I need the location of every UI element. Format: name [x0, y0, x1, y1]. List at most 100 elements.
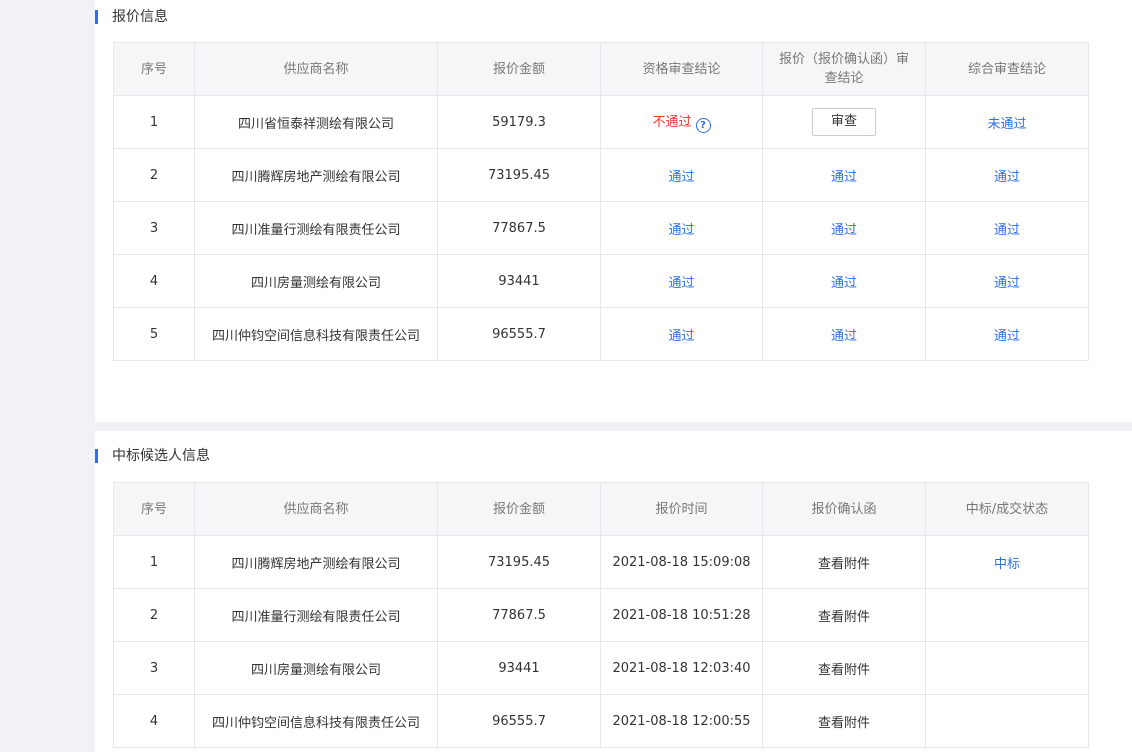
row-no: 4	[113, 694, 195, 748]
header-no: 序号	[113, 482, 195, 536]
row-supplier: 四川准量行测绘有限责任公司	[194, 201, 438, 255]
overall-result-link[interactable]: 通过	[994, 276, 1020, 291]
row-overall: 未通过	[925, 95, 1089, 149]
row-quote-time: 2021-08-18 15:09:08	[600, 535, 763, 589]
row-overall: 通过	[925, 254, 1089, 308]
quote-review-link[interactable]: 通过	[831, 223, 857, 238]
table-header-row: 序号 供应商名称 报价金额 资格审查结论 报价（报价确认函）审查结论 综合审查结…	[113, 42, 1089, 96]
qualification-link[interactable]: 通过	[668, 223, 694, 238]
overall-result-link[interactable]: 通过	[994, 170, 1020, 185]
header-supplier: 供应商名称	[194, 42, 438, 96]
row-overall: 通过	[925, 201, 1089, 255]
row-supplier: 四川房量测绘有限公司	[194, 254, 438, 308]
row-qualification-cell: 不通过?	[600, 95, 763, 149]
header-confirmation-letter: 报价确认函	[762, 482, 926, 536]
header-quote-review: 报价（报价确认函）审查结论	[762, 42, 926, 96]
row-qualification: 通过	[600, 201, 763, 255]
qualification-link[interactable]: 通过	[668, 329, 694, 344]
row-quote-time: 2021-08-18 10:51:28	[600, 588, 763, 642]
table-row: 3 四川准量行测绘有限责任公司 77867.5 通过 通过 通过	[113, 201, 1089, 255]
row-no: 3	[113, 201, 195, 255]
row-amount: 59179.3	[437, 95, 601, 149]
row-supplier: 四川仲钧空间信息科技有限责任公司	[194, 694, 438, 748]
table-row: 2 四川腾辉房地产测绘有限公司 73195.45 通过 通过 通过	[113, 148, 1089, 202]
row-qualification: 通过	[600, 307, 763, 361]
table-row: 3 四川房量测绘有限公司 93441 2021-08-18 12:03:40 查…	[113, 641, 1089, 695]
view-attachment-link[interactable]: 查看附件	[818, 716, 870, 731]
quote-review-link[interactable]: 通过	[831, 276, 857, 291]
row-no: 1	[113, 535, 195, 589]
row-quote-review: 通过	[762, 254, 926, 308]
row-supplier: 四川房量测绘有限公司	[194, 641, 438, 695]
table-row: 1 四川腾辉房地产测绘有限公司 73195.45 2021-08-18 15:0…	[113, 535, 1089, 589]
view-attachment-link[interactable]: 查看附件	[818, 663, 870, 678]
quote-info-panel: 报价信息 序号 供应商名称 报价金额 资格审查结论 报价（报价确认函）审查结论 …	[95, 0, 1132, 422]
header-award-status: 中标/成交状态	[925, 482, 1089, 536]
quote-section-title: 报价信息	[95, 10, 168, 24]
table-row: 4 四川仲钧空间信息科技有限责任公司 96555.7 2021-08-18 12…	[113, 694, 1089, 748]
row-quote-review: 通过	[762, 307, 926, 361]
row-attachment: 查看附件	[762, 588, 926, 642]
row-status	[925, 694, 1089, 748]
row-quote-time: 2021-08-18 12:00:55	[600, 694, 763, 748]
header-amount: 报价金额	[437, 42, 601, 96]
candidate-section-title: 中标候选人信息	[95, 449, 210, 463]
row-supplier: 四川仲钧空间信息科技有限责任公司	[194, 307, 438, 361]
row-status: 中标	[925, 535, 1089, 589]
qualification-fail-text: 不通过	[652, 115, 692, 130]
view-attachment-link[interactable]: 查看附件	[818, 557, 870, 572]
row-overall: 通过	[925, 307, 1089, 361]
table-row: 4 四川房量测绘有限公司 93441 通过 通过 通过	[113, 254, 1089, 308]
header-amount: 报价金额	[437, 482, 601, 536]
row-attachment: 查看附件	[762, 535, 926, 589]
review-button[interactable]: 审查	[812, 108, 876, 136]
overall-result-link[interactable]: 未通过	[987, 117, 1026, 132]
header-supplier: 供应商名称	[194, 482, 438, 536]
row-no: 2	[113, 588, 195, 642]
row-no: 2	[113, 148, 195, 202]
quote-review-link[interactable]: 通过	[831, 329, 857, 344]
overall-result-link[interactable]: 通过	[994, 223, 1020, 238]
row-supplier: 四川腾辉房地产测绘有限公司	[194, 535, 438, 589]
quote-review-link[interactable]: 通过	[831, 170, 857, 185]
overall-result-link[interactable]: 通过	[994, 329, 1020, 344]
header-overall: 综合审查结论	[925, 42, 1089, 96]
row-no: 5	[113, 307, 195, 361]
qualification-link[interactable]: 通过	[668, 276, 694, 291]
table-row: 2 四川准量行测绘有限责任公司 77867.5 2021-08-18 10:51…	[113, 588, 1089, 642]
row-attachment: 查看附件	[762, 694, 926, 748]
row-quote-time: 2021-08-18 12:03:40	[600, 641, 763, 695]
row-no: 4	[113, 254, 195, 308]
row-quote-review: 通过	[762, 201, 926, 255]
row-amount: 93441	[437, 254, 601, 308]
header-quote-time: 报价时间	[600, 482, 763, 536]
row-amount: 96555.7	[437, 694, 601, 748]
question-circle-icon[interactable]: ?	[695, 118, 711, 133]
row-quote-review: 通过	[762, 148, 926, 202]
row-amount: 96555.7	[437, 307, 601, 361]
header-qualification: 资格审查结论	[600, 42, 763, 96]
row-overall: 通过	[925, 148, 1089, 202]
row-qualification: 通过	[600, 148, 763, 202]
candidate-info-panel: 中标候选人信息 序号 供应商名称 报价金额 报价时间 报价确认函 中标/成交状态…	[95, 431, 1132, 752]
row-status	[925, 588, 1089, 642]
award-status-link[interactable]: 中标	[994, 557, 1020, 572]
row-amount: 73195.45	[437, 148, 601, 202]
row-supplier: 四川准量行测绘有限责任公司	[194, 588, 438, 642]
header-no: 序号	[113, 42, 195, 96]
row-attachment: 查看附件	[762, 641, 926, 695]
table-header-row: 序号 供应商名称 报价金额 报价时间 报价确认函 中标/成交状态	[113, 482, 1089, 536]
view-attachment-link[interactable]: 查看附件	[818, 610, 870, 625]
qualification-link[interactable]: 通过	[668, 170, 694, 185]
row-status	[925, 641, 1089, 695]
row-amount: 73195.45	[437, 535, 601, 589]
row-no: 1	[113, 95, 195, 149]
row-amount: 77867.5	[437, 588, 601, 642]
row-amount: 77867.5	[437, 201, 601, 255]
row-supplier: 四川腾辉房地产测绘有限公司	[194, 148, 438, 202]
row-qualification: 通过	[600, 254, 763, 308]
table-row: 5 四川仲钧空间信息科技有限责任公司 96555.7 通过 通过 通过	[113, 307, 1089, 361]
quote-table: 序号 供应商名称 报价金额 资格审查结论 报价（报价确认函）审查结论 综合审查结…	[113, 42, 1089, 361]
row-supplier: 四川省恒泰祥测绘有限公司	[194, 95, 438, 149]
table-row: 1 四川省恒泰祥测绘有限公司 59179.3 不通过? 审查 未通过	[113, 95, 1089, 149]
